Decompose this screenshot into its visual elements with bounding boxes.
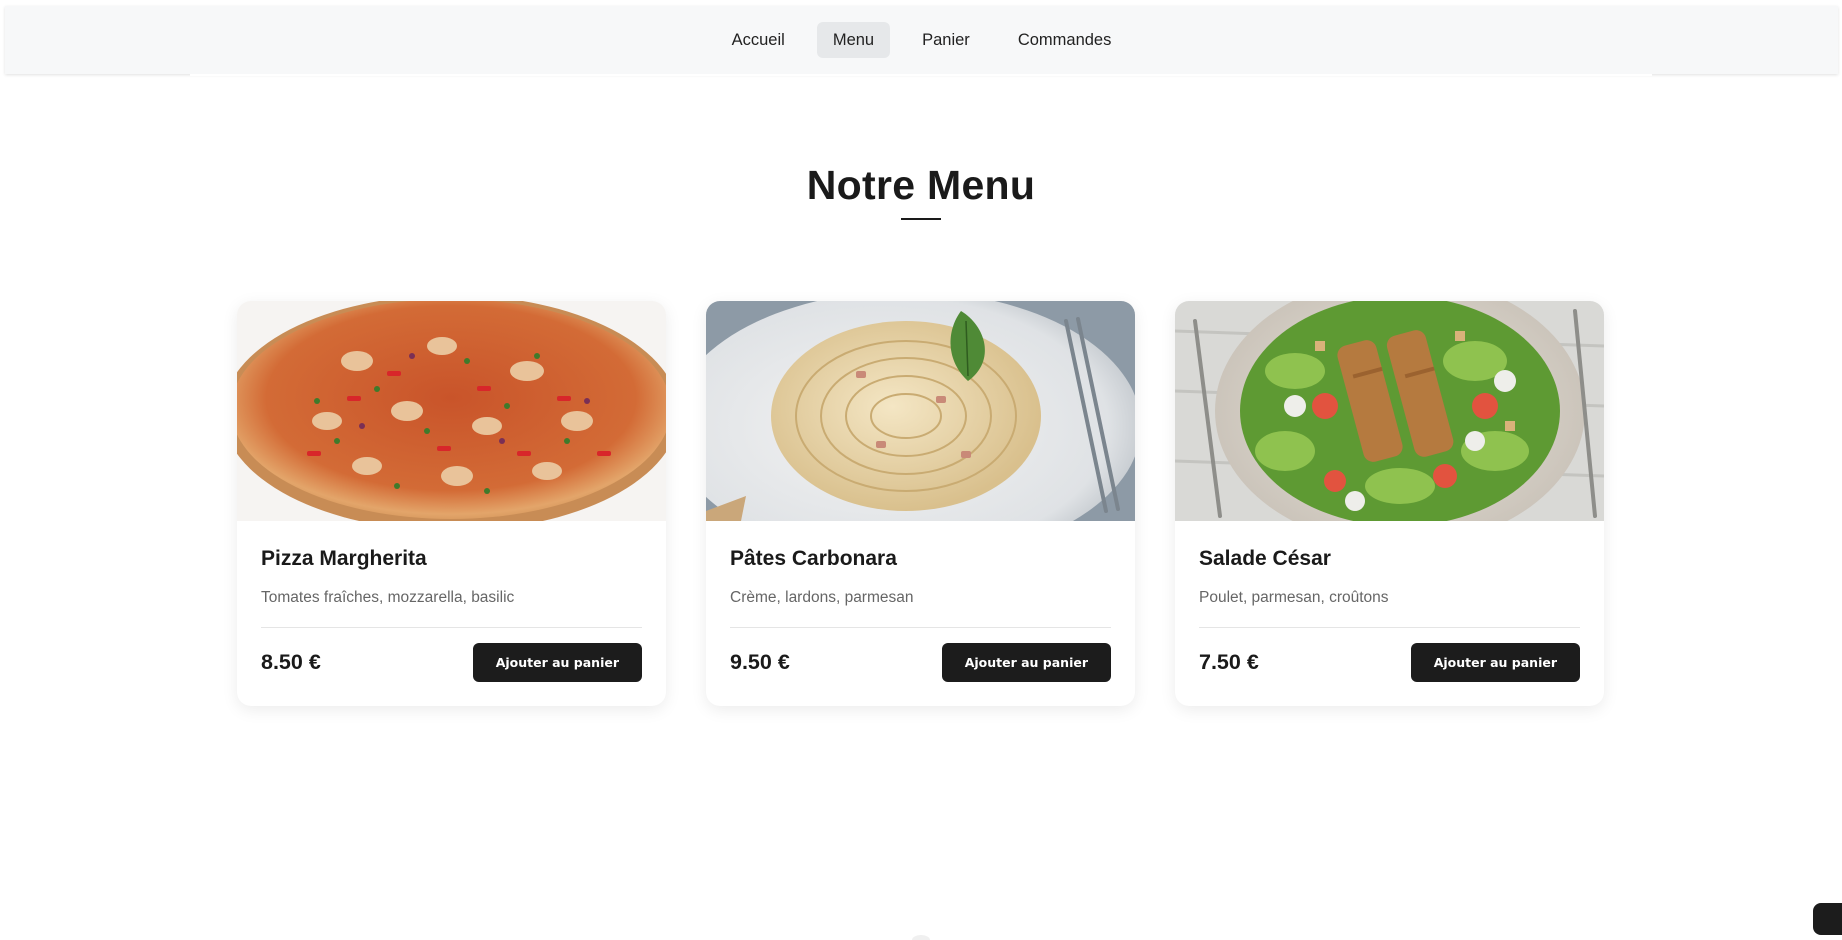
- nav-item-accueil[interactable]: Accueil: [716, 22, 801, 58]
- card-divider: [1199, 627, 1580, 628]
- nav-item-commandes[interactable]: Commandes: [1002, 22, 1128, 58]
- pasta-image: [706, 301, 1135, 521]
- nav-links: Accueil Menu Panier Commandes: [5, 22, 1838, 58]
- menu-cards: Pizza Margherita Tomates fraîches, mozza…: [237, 301, 1604, 706]
- item-price: 8.50 €: [261, 650, 321, 674]
- title-underline: [901, 218, 941, 220]
- add-to-cart-button[interactable]: Ajouter au panier: [941, 643, 1111, 682]
- menu-card-pasta: Pâtes Carbonara Crème, lardons, parmesan…: [706, 301, 1135, 706]
- item-description: Poulet, parmesan, croûtons: [1199, 589, 1389, 606]
- floating-action-button[interactable]: [1813, 903, 1842, 935]
- item-name: Salade César: [1199, 547, 1331, 570]
- card-divider: [261, 627, 642, 628]
- scroll-indicator: [912, 935, 930, 940]
- card-footer: 9.50 € Ajouter au panier: [730, 643, 1111, 682]
- item-description: Tomates fraîches, mozzarella, basilic: [261, 589, 515, 606]
- menu-card-pizza: Pizza Margherita Tomates fraîches, mozza…: [237, 301, 666, 706]
- pizza-image: [237, 301, 666, 521]
- item-description: Crème, lardons, parmesan: [730, 589, 914, 606]
- item-price: 9.50 €: [730, 650, 790, 674]
- page: Accueil Menu Panier Commandes Notre Menu: [0, 0, 1842, 940]
- salad-image: [1175, 301, 1604, 521]
- page-title: Notre Menu: [806, 162, 1036, 208]
- item-name: Pizza Margherita: [261, 547, 427, 570]
- nav-container-edge: [190, 74, 1652, 76]
- top-navbar: Accueil Menu Panier Commandes: [5, 6, 1838, 74]
- add-to-cart-button[interactable]: Ajouter au panier: [1410, 643, 1580, 682]
- item-price: 7.50 €: [1199, 650, 1259, 674]
- nav-item-panier[interactable]: Panier: [906, 22, 986, 58]
- add-to-cart-button[interactable]: Ajouter au panier: [472, 643, 642, 682]
- card-footer: 7.50 € Ajouter au panier: [1199, 643, 1580, 682]
- menu-card-salad: Salade César Poulet, parmesan, croûtons …: [1175, 301, 1604, 706]
- card-divider: [730, 627, 1111, 628]
- nav-item-menu[interactable]: Menu: [816, 22, 891, 58]
- card-footer: 8.50 € Ajouter au panier: [261, 643, 642, 682]
- item-name: Pâtes Carbonara: [730, 547, 897, 570]
